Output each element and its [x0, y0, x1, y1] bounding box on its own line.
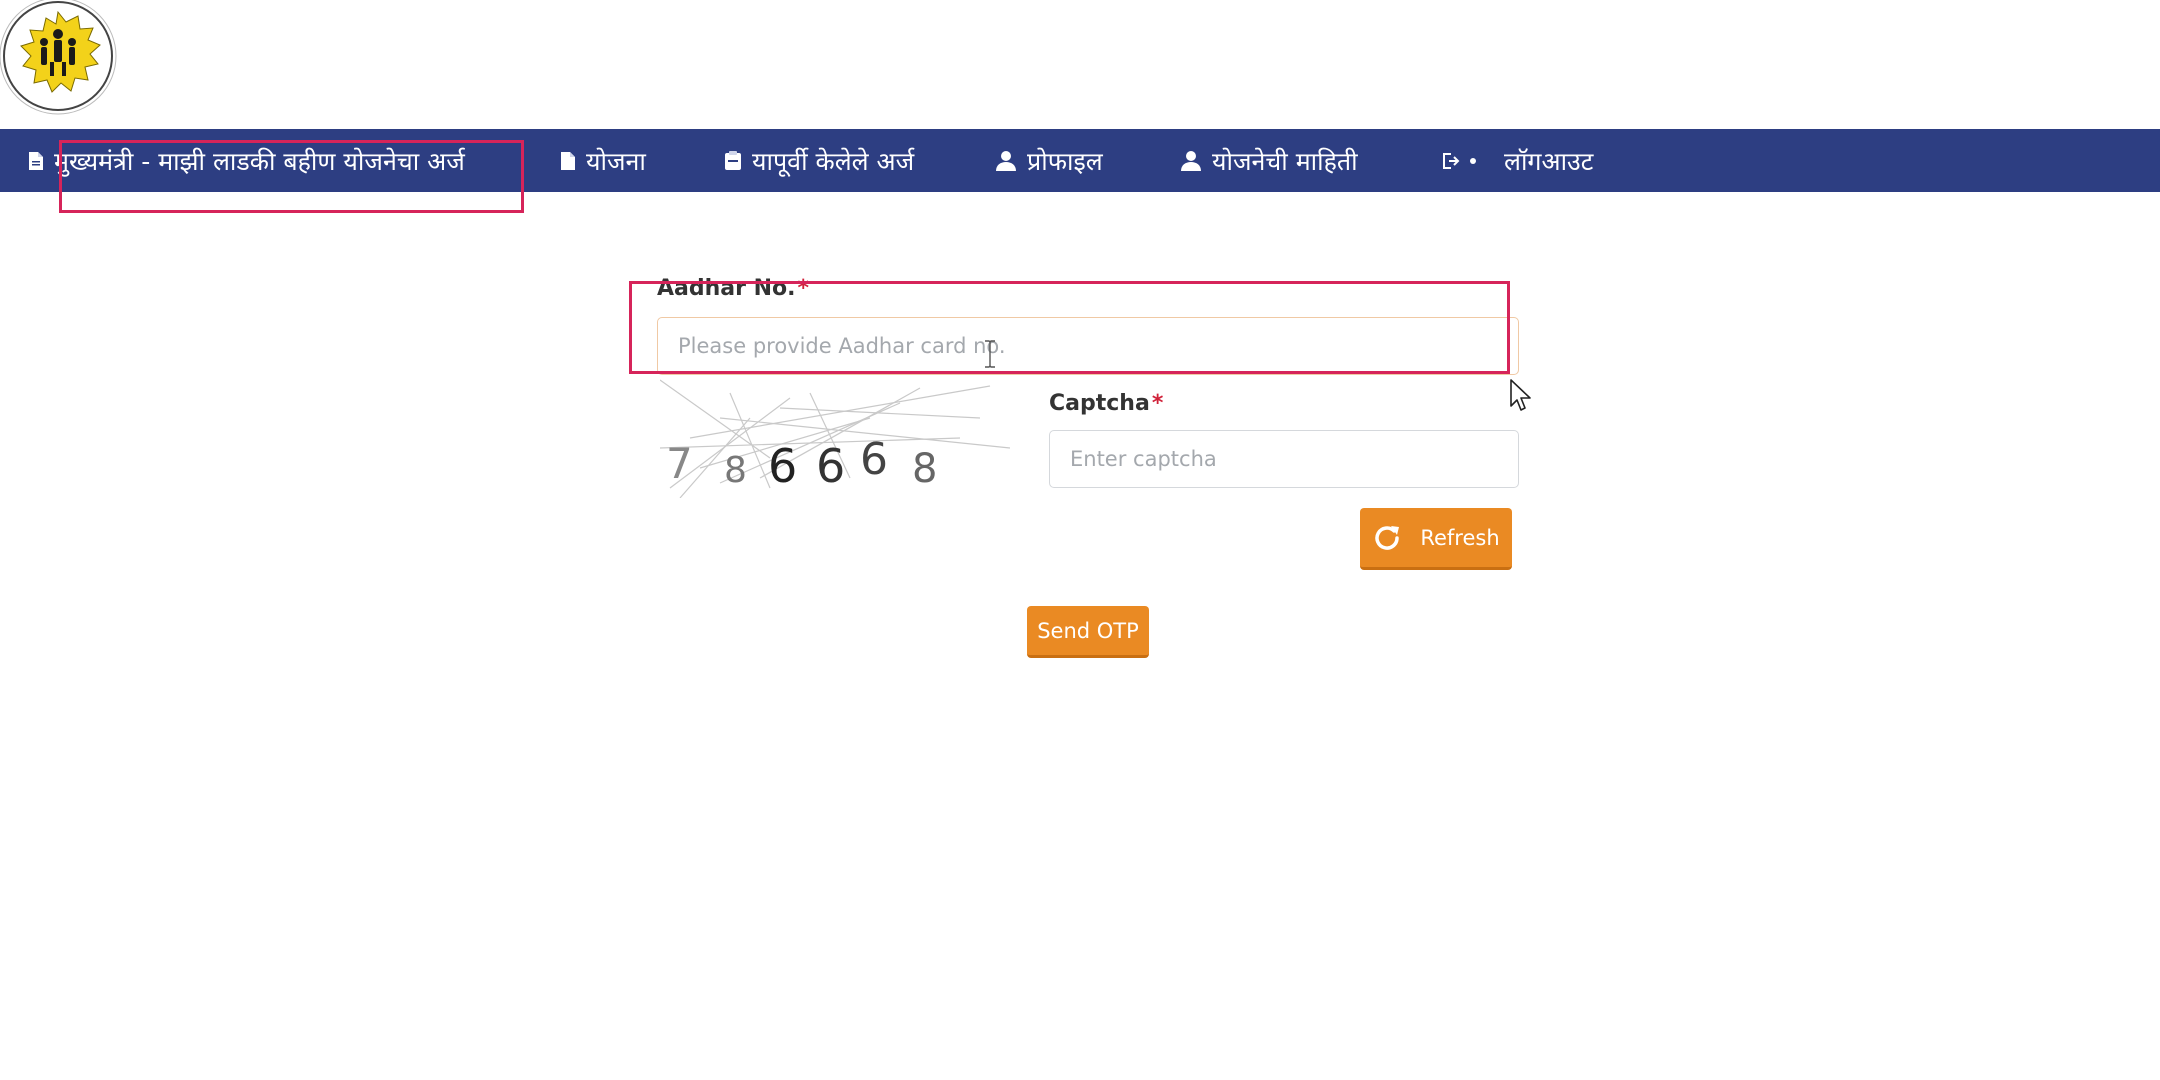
nav-item-scheme-application[interactable]: मुख्यमंत्री - माझी लाडकी बहीण योजनेचा अर… [28, 129, 465, 192]
captcha-image: 7 8 6 6 6 8 [659, 378, 1011, 499]
user-icon [1180, 150, 1212, 172]
nav-item-logout[interactable]: लॉगआउट [1440, 129, 1593, 192]
captcha-digit: 6 [768, 439, 797, 493]
document-icon [560, 151, 586, 171]
required-marker: * [797, 276, 810, 301]
aadhar-input[interactable] [657, 317, 1519, 375]
captcha-digit: 8 [912, 446, 937, 492]
nav-item-profile[interactable]: प्रोफाइल [995, 129, 1103, 192]
aadhar-label: Aadhar No.* [657, 276, 809, 301]
captcha-label: Captcha* [1049, 391, 1163, 416]
captcha-label-text: Captcha [1049, 391, 1150, 416]
mouse-pointer-icon [1509, 378, 1533, 412]
main-navbar: मुख्यमंत्री - माझी लाडकी बहीण योजनेचा अर… [0, 129, 2160, 192]
nav-item-label: यापूर्वी केलेले अर्ज [752, 146, 915, 176]
nav-item-previous-applications[interactable]: यापूर्वी केलेले अर्ज [724, 129, 914, 192]
nav-item-schemes[interactable]: योजना [560, 129, 646, 192]
nav-item-scheme-info[interactable]: योजनेची माहिती [1180, 129, 1358, 192]
aadhar-label-text: Aadhar No. [657, 276, 796, 301]
nav-item-label: प्रोफाइल [1027, 146, 1103, 176]
captcha-input[interactable] [1049, 430, 1519, 488]
captcha-digit: 8 [724, 450, 747, 491]
text-cursor-icon [984, 340, 996, 368]
send-otp-button[interactable]: Send OTP [1027, 606, 1149, 658]
required-marker: * [1151, 391, 1164, 416]
page: मुख्यमंत्री - माझी लाडकी बहीण योजनेचा अर… [0, 0, 2160, 1080]
nav-item-label: लॉगआउट [1504, 146, 1594, 176]
captcha-digit: 7 [666, 439, 693, 488]
clipboard-icon [724, 150, 752, 171]
user-icon [995, 150, 1027, 172]
refresh-captcha-button[interactable]: Refresh [1360, 508, 1512, 570]
nav-item-label: योजनेची माहिती [1212, 146, 1358, 176]
logout-icon [1440, 150, 1490, 172]
send-otp-label: Send OTP [1037, 618, 1139, 643]
nav-item-label: योजना [586, 146, 646, 176]
refresh-icon [1372, 523, 1420, 553]
nav-item-label: मुख्यमंत्री - माझी लाडकी बहीण योजनेचा अर… [54, 146, 465, 176]
document-icon [28, 151, 54, 171]
captcha-digit: 6 [860, 434, 888, 485]
captcha-digit: 6 [816, 439, 845, 493]
refresh-button-label: Refresh [1420, 525, 1500, 550]
department-logo [0, 0, 120, 120]
